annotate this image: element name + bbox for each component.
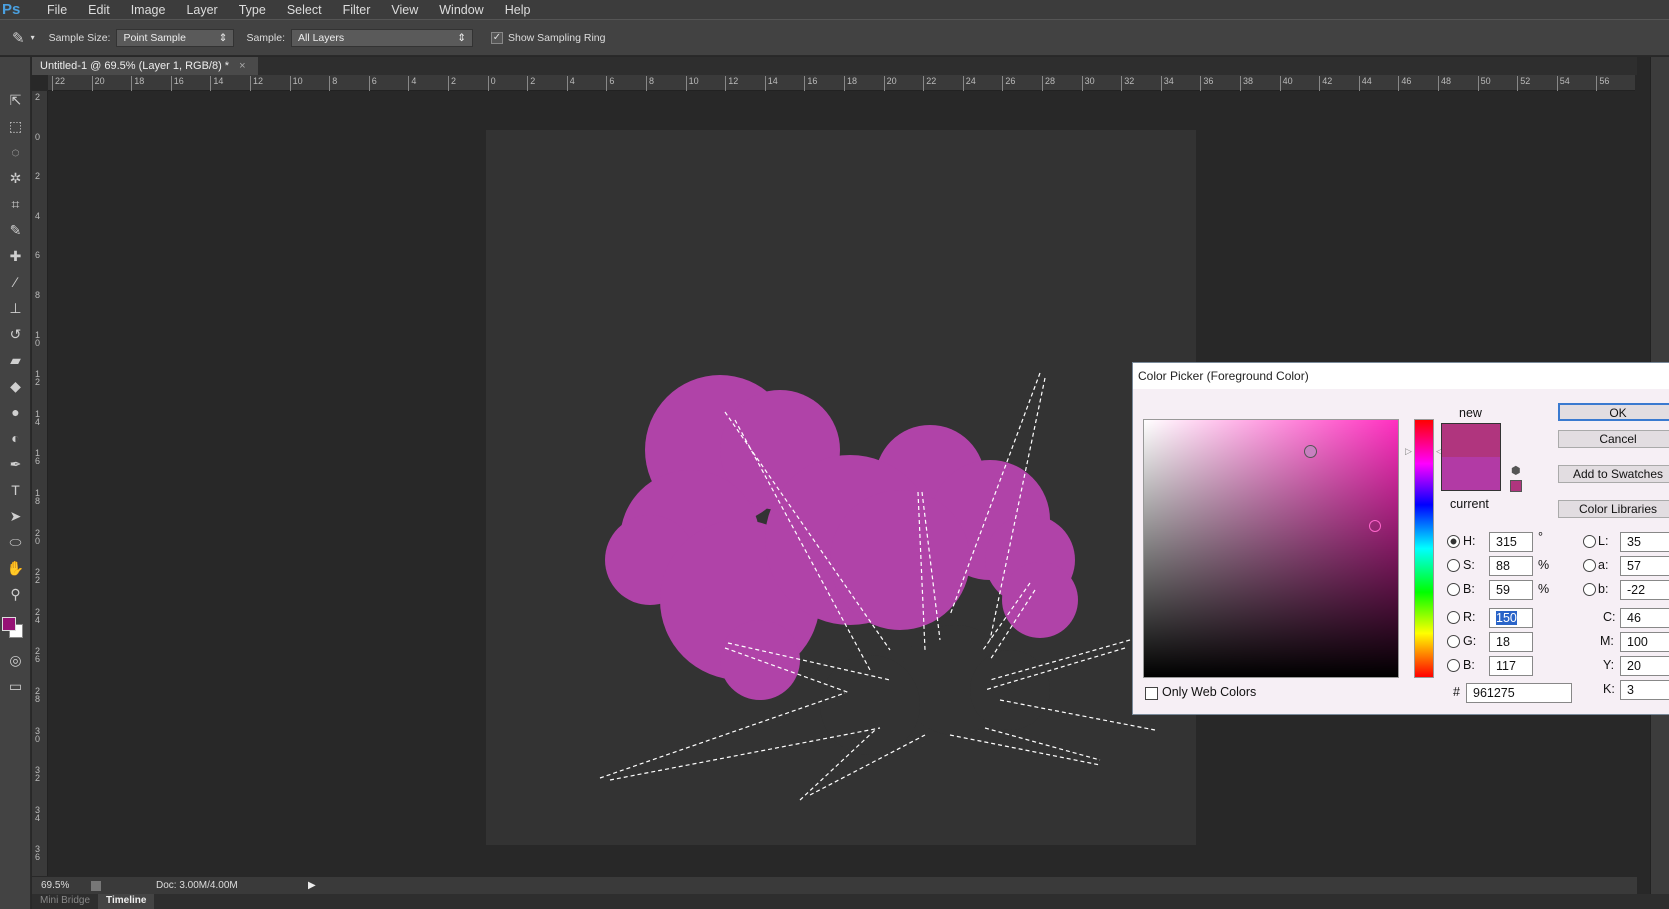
new-color-swatch (1441, 423, 1501, 457)
lab-a-input[interactable]: 57 (1620, 556, 1669, 576)
radio-lab-a[interactable] (1583, 559, 1596, 572)
foreground-color-swatch[interactable] (2, 617, 16, 631)
green-input[interactable]: 18 (1489, 632, 1533, 652)
saturation-unit: % (1538, 558, 1550, 572)
brightness-unit: % (1538, 582, 1550, 596)
yellow-input[interactable]: 20 (1620, 656, 1669, 676)
lab-l-input[interactable]: 35 (1620, 532, 1669, 552)
radio-lab-b[interactable] (1583, 583, 1596, 596)
add-to-swatches-button[interactable]: Add to Swatches (1558, 465, 1669, 483)
cyan-label: C: (1603, 610, 1616, 624)
brightness-input[interactable]: 59 (1489, 580, 1533, 600)
bottom-panel-tabs: Mini Bridge Timeline (32, 894, 1669, 909)
hue-unit: ° (1538, 530, 1543, 544)
saturation-input[interactable]: 88 (1489, 556, 1533, 576)
radio-hue[interactable] (1447, 535, 1460, 548)
new-label: new (1459, 406, 1482, 420)
share-icon[interactable] (91, 880, 101, 891)
brightness-label: B: (1463, 582, 1475, 596)
color-field[interactable] (1143, 419, 1399, 678)
current-color-swatch[interactable] (1441, 457, 1501, 491)
lab-l-label: L: (1598, 534, 1609, 548)
red-label: R: (1463, 610, 1476, 624)
hue-slider[interactable] (1414, 419, 1434, 678)
hue-input[interactable]: 315 (1489, 532, 1533, 552)
out-of-gamut-cube-icon[interactable]: ⬢ (1511, 464, 1521, 477)
web-safe-swatch-icon[interactable] (1510, 480, 1522, 492)
cloud-bite-shadow (820, 625, 1050, 755)
radio-blue[interactable] (1447, 659, 1460, 672)
red-value-selected: 150 (1496, 611, 1517, 625)
hex-label: # (1453, 685, 1460, 699)
current-label: current (1450, 497, 1489, 511)
radio-lab-l[interactable] (1583, 535, 1596, 548)
current-color-marker (1369, 520, 1381, 532)
red-input[interactable]: 150 (1489, 608, 1533, 628)
status-bar: 69.5% Doc: 3.00M/4.00M ▶ (32, 877, 1637, 894)
only-web-colors-checkbox[interactable] (1145, 687, 1158, 700)
radio-saturation[interactable] (1447, 559, 1460, 572)
new-color-marker[interactable] (1304, 445, 1317, 458)
dialog-title: Color Picker (Foreground Color) (1133, 363, 1669, 389)
black-label: K: (1603, 682, 1615, 696)
zoom-level[interactable]: 69.5% (41, 880, 91, 891)
ok-button[interactable]: OK (1558, 403, 1669, 421)
black-input[interactable]: 3 (1620, 680, 1669, 700)
radio-brightness[interactable] (1447, 583, 1460, 596)
radio-red[interactable] (1447, 611, 1460, 624)
tab-timeline[interactable]: Timeline (98, 894, 155, 909)
lab-a-label: a: (1598, 558, 1609, 572)
blue-input[interactable]: 117 (1489, 656, 1533, 676)
hue-label: H: (1463, 534, 1476, 548)
magenta-label: M: (1600, 634, 1614, 648)
radio-green[interactable] (1447, 635, 1460, 648)
cyan-input[interactable]: 46 (1620, 608, 1669, 628)
hex-input[interactable]: 961275 (1466, 683, 1572, 703)
green-label: G: (1463, 634, 1477, 648)
hue-slider-left-arrow-icon[interactable]: ▷ (1405, 446, 1412, 457)
color-libraries-button[interactable]: Color Libraries (1558, 500, 1669, 518)
doc-size: Doc: 3.00M/4.00M (156, 880, 238, 891)
lab-b-label: b: (1598, 582, 1609, 596)
saturation-label: S: (1463, 558, 1475, 572)
only-web-colors-label: Only Web Colors (1162, 685, 1257, 699)
status-menu-arrow-icon[interactable]: ▶ (308, 880, 316, 891)
yellow-label: Y: (1603, 658, 1615, 672)
lab-b-input[interactable]: -22 (1620, 580, 1669, 600)
cancel-button[interactable]: Cancel (1558, 430, 1669, 448)
blue-label: B: (1463, 658, 1475, 672)
tab-mini-bridge[interactable]: Mini Bridge (32, 894, 98, 909)
color-picker-dialog: Color Picker (Foreground Color) ▷ ◁ new … (1132, 362, 1669, 715)
magenta-input[interactable]: 100 (1620, 632, 1669, 652)
